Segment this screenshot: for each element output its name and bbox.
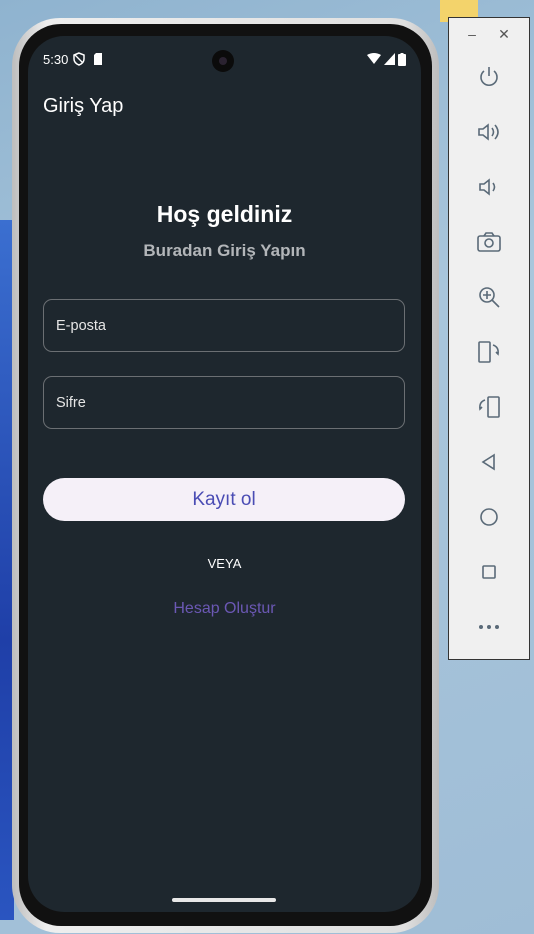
power-button[interactable]: [449, 57, 529, 97]
more-icon: [479, 625, 499, 629]
home-icon: [480, 508, 498, 526]
wifi-icon: [367, 53, 381, 64]
volume-up-button[interactable]: [449, 112, 529, 152]
email-field[interactable]: E-posta: [43, 299, 405, 352]
front-camera: [212, 50, 234, 72]
screenshot-button[interactable]: [449, 222, 529, 262]
volume-down-button[interactable]: [449, 167, 529, 207]
shield-icon: [73, 52, 86, 66]
rotate-right-icon: [479, 396, 500, 418]
welcome-subtitle: Buradan Giriş Yapın: [143, 241, 306, 260]
overview-icon: [482, 565, 496, 579]
camera-icon: [477, 232, 501, 252]
gesture-nav-handle[interactable]: [172, 898, 276, 902]
zoom-icon: [479, 287, 500, 308]
back-icon: [481, 453, 495, 471]
email-placeholder: E-posta: [56, 317, 106, 334]
more-button[interactable]: [449, 607, 529, 647]
sd-card-icon: [94, 53, 103, 65]
back-button[interactable]: [449, 442, 529, 482]
battery-icon: [398, 52, 406, 66]
password-field[interactable]: Sifre: [43, 376, 405, 429]
signal-icon: [384, 53, 395, 65]
emulator-side-panel: – ✕: [448, 17, 530, 660]
app-bar-title: Giriş Yap: [43, 95, 124, 117]
zoom-button[interactable]: [449, 277, 529, 317]
rotate-left-button[interactable]: [449, 332, 529, 372]
volume-down-icon: [479, 178, 496, 196]
or-divider-label: VEYA: [207, 556, 242, 571]
volume-up-icon: [478, 123, 499, 141]
close-button[interactable]: ✕: [498, 26, 510, 43]
status-time: 5:30: [43, 51, 69, 67]
home-button[interactable]: [449, 497, 529, 537]
minimize-button[interactable]: –: [468, 26, 476, 43]
overview-button[interactable]: [449, 552, 529, 592]
rotate-left-icon: [478, 341, 499, 363]
register-button[interactable]: Kayıt ol: [43, 478, 405, 521]
phone-screen: 5:30 Giriş Yap Hoş geldiniz Buradan Giri…: [28, 36, 421, 912]
create-account-link[interactable]: Hesap Oluştur: [28, 600, 421, 618]
password-placeholder: Sifre: [56, 394, 86, 411]
welcome-title: Hoş geldiniz: [156, 201, 293, 227]
rotate-right-button[interactable]: [449, 387, 529, 427]
power-icon: [480, 67, 498, 86]
